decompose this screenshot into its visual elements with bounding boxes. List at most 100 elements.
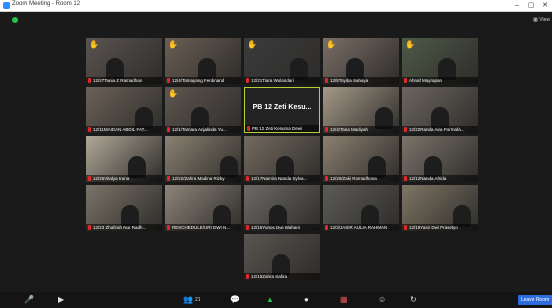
name-bar: 12/1/Tamara Anjalinda Yu... [165,126,241,133]
minimize-button[interactable]: – [512,0,522,11]
zoom-app-icon [3,2,10,9]
participant-name: 12/17Namira Nanda Sylva... [251,176,308,181]
reactions-icon[interactable]: ☺ [378,295,386,304]
participant-name: 12/22Randa Aira Pormafa... [409,127,465,132]
raised-hand-icon: ✋ [89,40,99,49]
maximize-button[interactable]: ▢ [526,0,536,11]
muted-mic-icon [404,127,407,132]
participant-tile[interactable]: 12/19Yasir Dwi Prasetyo [402,185,478,231]
muted-mic-icon [246,225,249,230]
name-bar: 12/21Tiara Wulandari [244,77,320,84]
name-bar: 12/25Vitalya Irana [86,175,162,182]
muted-mic-icon [246,274,249,279]
name-bar: 12/16Yunos Dwi Wahani [244,224,320,231]
participant-name: 12/4/Tamayang Ferdinand [172,78,225,83]
name-bar: 12/23 Zhafirah Nur Radh... [86,224,162,231]
participant-name: 12/4/Tana Madiyah [330,127,369,132]
participant-name: 12/11MAIDAN ABDIL FAT... [93,127,148,132]
participant-tile[interactable]: 12/16Yunos Dwi Wahani [244,185,320,231]
participant-count: 21 [195,297,201,303]
share-screen-icon[interactable]: ▲ [266,295,274,304]
raised-hand-icon: ✋ [405,40,415,49]
participant-tile[interactable]: 12/4/Tana Madiyah [323,87,399,133]
participant-tile[interactable]: RESCHEDULE/URI DWI N... [165,185,241,231]
name-bar: 12/6Toyiba Sahaya [323,77,399,84]
participant-name: 12/27Tania Z Ramadhan [93,78,143,83]
record-icon[interactable]: ● [304,295,309,304]
muted-mic-icon [167,127,170,132]
participant-tile[interactable]: PB 12 Zeti Kesu... PB 12 Zeti Kesuma Dewi [244,87,320,133]
view-button[interactable]: ▦ View [533,17,550,23]
muted-mic-icon [247,126,250,131]
muted-mic-icon [404,78,407,83]
participant-name: 12/15Zahra Safira [251,274,288,279]
participant-name: 12/1/Tamara Anjalinda Yu... [172,127,227,132]
name-bar: 12/27Tania Z Ramadhan [86,77,162,84]
participant-name: 12/21Tiara Wulandari [251,78,294,83]
participant-tile[interactable]: 12/17Namira Nanda Sylva... [244,136,320,182]
active-speaker-name: PB 12 Zeti Kesu... [252,104,312,111]
participant-tile[interactable]: 12/15Zahra Safira [244,234,320,280]
participant-tile[interactable]: 12/25Vitalya Irana [86,136,162,182]
muted-mic-icon [325,225,328,230]
muted-mic-icon [404,225,407,230]
muted-mic-icon [167,225,170,230]
participant-name: Ahnaf Mayrapan [409,78,443,83]
muted-mic-icon [167,176,170,181]
apps-icon[interactable]: ↻ [410,295,417,304]
mute-mic-icon[interactable]: 🎤 [24,295,34,304]
participant-name: RESCHEDULE/URI DWI N... [172,225,231,230]
muted-mic-icon [404,176,407,181]
participant-name: 12/23 Zhafirah Nur Radh... [93,225,147,230]
meeting-toolbar: 🎤 ▶ 👥 21 💬 ▲ ● ▦ ☺ ↻ Leave Room [0,292,552,308]
name-bar: 12/4/Tamayang Ferdinand [165,77,241,84]
name-bar: 12/15Zahra Safira [244,273,320,280]
participant-tile[interactable]: 12/3/JASIR AULIA RAHMAN [323,185,399,231]
participant-tile[interactable]: ✋ 12/4/Tamayang Ferdinand [165,38,241,84]
encryption-shield-icon[interactable] [12,17,18,23]
participant-tile[interactable]: ✋ 12/21Tiara Wulandari [244,38,320,84]
name-bar: RESCHEDULE/URI DWI N... [165,224,241,231]
name-bar: 12/12Nanda Afrida [402,175,478,182]
participant-name: 12/12Nanda Afrida [409,176,447,181]
stop-video-icon[interactable]: ▶ [58,295,64,304]
participant-name: 12/16Yunos Dwi Wahani [251,225,300,230]
name-bar: PB 12 Zeti Kesuma Dewi [245,125,319,132]
name-bar: 12/11MAIDAN ABDIL FAT... [86,126,162,133]
participant-tile[interactable]: 12/12Nanda Afrida [402,136,478,182]
name-bar: 12/22/Zahra Madina Rizky [165,175,241,182]
participant-tile[interactable]: 12/22/Zahra Madina Rizky [165,136,241,182]
participant-tile[interactable]: 12/23 Zhafirah Nur Radh... [86,185,162,231]
participants-icon[interactable]: 👥 [183,295,193,304]
muted-mic-icon [88,225,91,230]
muted-mic-icon [325,78,328,83]
muted-mic-icon [246,78,249,83]
participant-tile[interactable]: ✋ Ahnaf Mayrapan [402,38,478,84]
name-bar: 12/19Yasir Dwi Prasetyo [402,224,478,231]
muted-mic-icon [88,176,91,181]
participant-tile[interactable]: ✋ 12/6Toyiba Sahaya [323,38,399,84]
raised-hand-icon: ✋ [326,40,336,49]
participant-tile[interactable]: 12/11MAIDAN ABDIL FAT... [86,87,162,133]
name-bar: 12/17Namira Nanda Sylva... [244,175,320,182]
participant-name: 12/19Yasir Dwi Prasetyo [409,225,458,230]
participant-tile[interactable]: 12/22Randa Aira Pormafa... [402,87,478,133]
participant-tile[interactable]: ✋ 12/1/Tamara Anjalinda Yu... [165,87,241,133]
muted-mic-icon [88,78,91,83]
chat-icon[interactable]: 💬 [230,295,240,304]
muted-mic-icon [88,127,91,132]
view-label: View [539,17,550,23]
participant-name: 12/6Toyiba Sahaya [330,78,369,83]
breakout-rooms-icon[interactable]: ▦ [340,295,348,304]
leave-room-button[interactable]: Leave Room [518,295,552,305]
window-title: Zoom Meeting - Room 12 [12,1,81,7]
muted-mic-icon [167,78,170,83]
name-bar: 12/22Randa Aira Pormafa... [402,126,478,133]
raised-hand-icon: ✋ [168,40,178,49]
participant-name: 12/20/Zaki Romadhona [330,176,377,181]
close-button[interactable]: ✕ [540,0,550,11]
title-bar: Zoom Meeting - Room 12 – ▢ ✕ [0,0,552,12]
participant-tile[interactable]: 12/20/Zaki Romadhona [323,136,399,182]
participant-tile[interactable]: ✋ 12/27Tania Z Ramadhan [86,38,162,84]
name-bar: Ahnaf Mayrapan [402,77,478,84]
